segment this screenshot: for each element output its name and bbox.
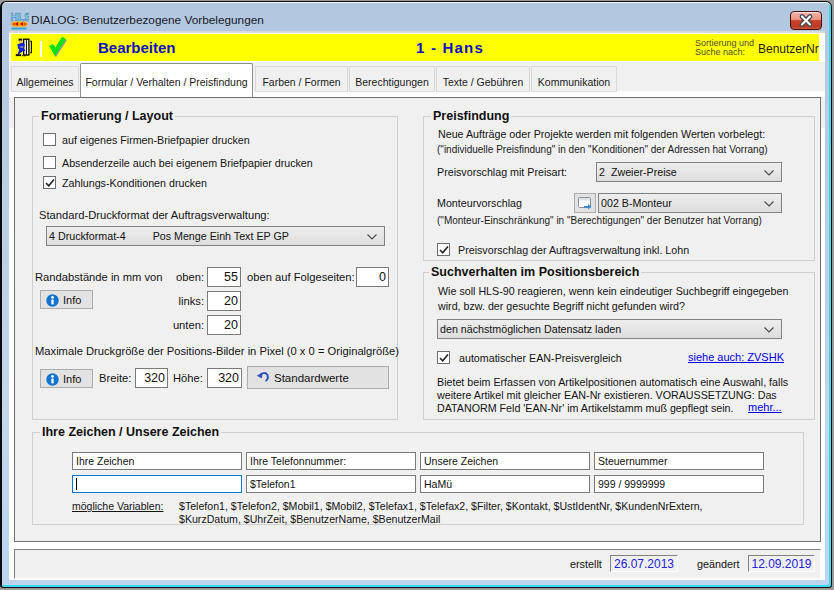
svg-text:HLS: HLS xyxy=(11,12,29,23)
